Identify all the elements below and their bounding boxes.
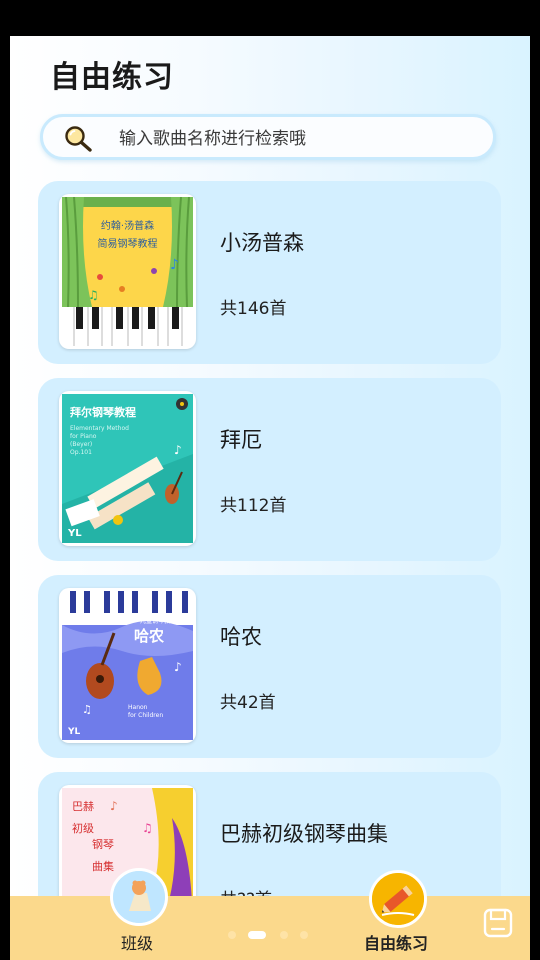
svg-text:♫: ♫ xyxy=(142,821,153,835)
page-title: 自由练习 xyxy=(50,60,174,95)
svg-text:♪: ♪ xyxy=(110,799,118,813)
book-title: 巴赫初级钢琴曲集 xyxy=(220,822,388,846)
book-song-count: 共112首 xyxy=(220,496,287,516)
cover-title: 哈农 xyxy=(134,627,164,645)
book-card-hanon[interactable]: 儿童钢琴教材 哈农 Hanon for Children ♫ ♪ YL 哈农 共… xyxy=(38,575,501,758)
save-icon[interactable] xyxy=(483,908,513,938)
search-input[interactable] xyxy=(117,123,481,155)
book-cover: 约翰·汤普森 简易钢琴教程 ♪ ♫ xyxy=(59,194,196,349)
svg-text:YL: YL xyxy=(67,528,82,539)
cover-title-line-2: 简易钢琴教程 xyxy=(98,237,158,250)
search-bar[interactable] xyxy=(40,114,496,160)
svg-text:♪: ♪ xyxy=(174,443,182,457)
svg-text:♪: ♪ xyxy=(170,257,179,273)
book-cover: 拜尔钢琴教程 Elementary Method for Piano (Beye… xyxy=(59,391,196,546)
book-title: 拜厄 xyxy=(220,428,262,452)
class-icon[interactable] xyxy=(110,868,168,926)
bottom-navigation: 班级 自由练习 xyxy=(10,868,530,960)
svg-text:♫: ♫ xyxy=(88,288,99,302)
book-song-count: 共42首 xyxy=(220,693,276,713)
svg-text:钢琴: 钢琴 xyxy=(92,838,114,851)
svg-text:♫: ♫ xyxy=(82,703,92,716)
svg-text:for Piano: for Piano xyxy=(70,433,97,440)
nav-label-free-practice: 自由练习 xyxy=(364,934,429,953)
svg-text:Hanon: Hanon xyxy=(128,704,148,711)
nav-tab-free-practice[interactable]: 自由练习 xyxy=(364,870,436,960)
cover-title: 拜尔钢琴教程 xyxy=(70,405,136,419)
svg-text:巴赫: 巴赫 xyxy=(72,800,94,813)
page-dot xyxy=(280,931,288,939)
book-card-thompson[interactable]: 约翰·汤普森 简易钢琴教程 ♪ ♫ 小汤普森 共146首 xyxy=(38,181,501,364)
page-dot xyxy=(228,931,236,939)
svg-text:初级: 初级 xyxy=(72,821,94,835)
book-title: 小汤普森 xyxy=(220,231,304,255)
nav-label-class: 班级 xyxy=(121,934,154,953)
svg-text:for Children: for Children xyxy=(128,712,163,719)
svg-text:(Beyer): (Beyer) xyxy=(70,441,92,448)
search-icon[interactable] xyxy=(63,125,93,153)
svg-text:儿童钢琴教材: 儿童钢琴教材 xyxy=(140,617,176,625)
svg-text:Op.101: Op.101 xyxy=(70,449,92,456)
nav-tab-class[interactable]: 班级 xyxy=(108,868,170,960)
svg-text:Elementary Method: Elementary Method xyxy=(70,425,129,432)
page-dot xyxy=(300,931,308,939)
svg-text:YL: YL xyxy=(67,727,81,737)
book-title: 哈农 xyxy=(220,625,262,649)
book-card-beyer[interactable]: 拜尔钢琴教程 Elementary Method for Piano (Beye… xyxy=(38,378,501,561)
svg-text:♪: ♪ xyxy=(174,660,182,674)
cover-title-line-1: 约翰·汤普森 xyxy=(101,219,154,232)
pencil-icon[interactable] xyxy=(369,870,427,928)
book-cover: 儿童钢琴教材 哈农 Hanon for Children ♫ ♪ YL xyxy=(59,588,196,743)
free-practice-screen: 自由练习 约翰·汤普森 简易钢琴教程 xyxy=(10,36,530,960)
book-song-count: 共146首 xyxy=(220,299,287,319)
svg-text:曲集: 曲集 xyxy=(92,859,114,873)
page-dot-active xyxy=(248,931,266,939)
status-bar xyxy=(0,0,540,36)
